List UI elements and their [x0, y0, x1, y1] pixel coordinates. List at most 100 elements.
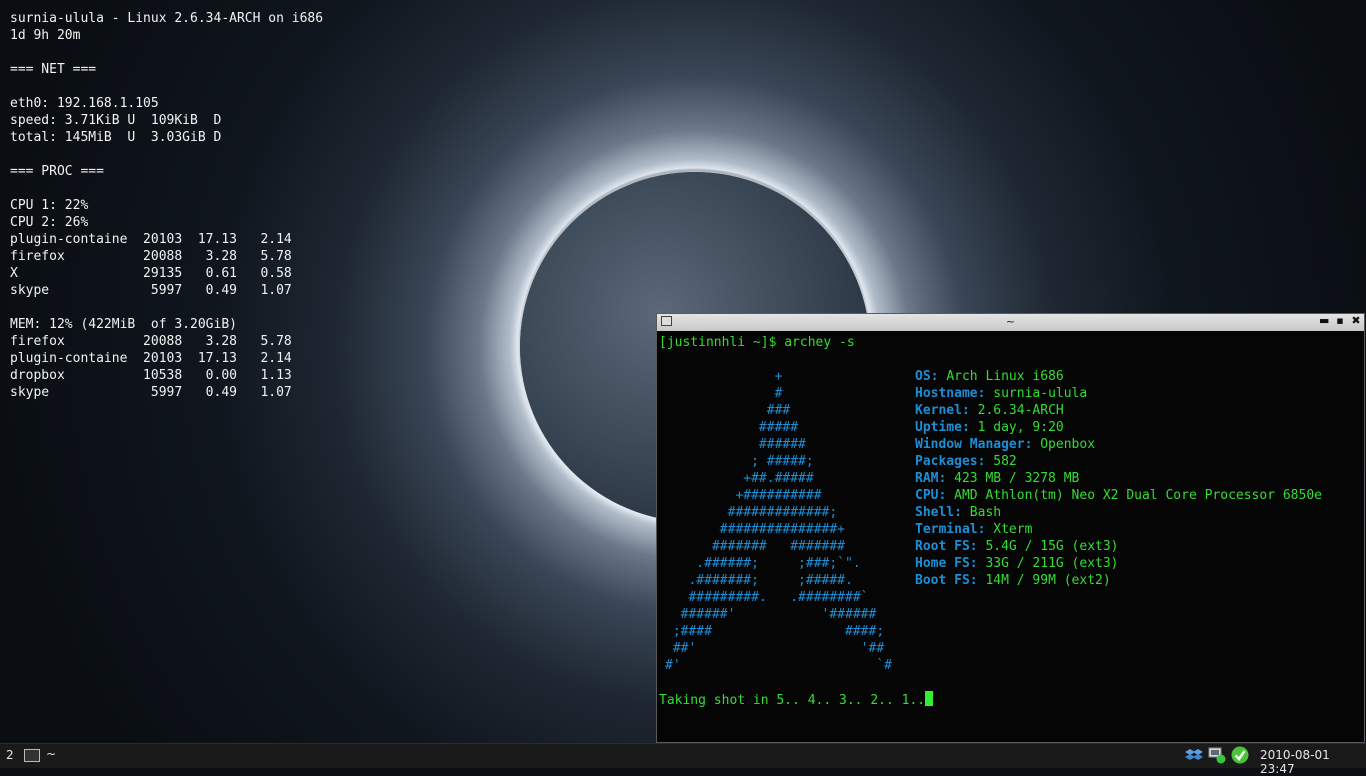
- conky-line: [10, 299, 323, 316]
- info-value: 1 day, 9:20: [977, 420, 1064, 435]
- logo-line: #####: [665, 420, 799, 435]
- logo-line: +: [665, 369, 783, 384]
- info-value: 423 MB / 3278 MB: [954, 471, 1080, 486]
- screenshot-countdown: Taking shot in 5.. 4.. 3.. 2.. 1..: [659, 691, 934, 709]
- conky-line: skype 5997 0.49 1.07: [10, 283, 292, 298]
- info-key: Packages:: [915, 454, 986, 469]
- info-value: 33G / 211G (ext3): [985, 556, 1119, 571]
- info-value: 14M / 99M (ext2): [985, 573, 1111, 588]
- info-key: Boot FS:: [915, 573, 978, 588]
- system-info: OS: Arch Linux i686 Hostname: surnia-ulul…: [915, 368, 1322, 589]
- conky-line: === NET ===: [10, 62, 97, 77]
- shell-prompt: [justinnhli ~]$ archey -s: [659, 335, 855, 350]
- logo-line: #############;: [665, 505, 838, 520]
- checkmark-icon[interactable]: [1231, 746, 1249, 764]
- network-icon[interactable]: [1208, 746, 1226, 764]
- conky-line: CPU 2: 26%: [10, 215, 89, 230]
- info-row: Boot FS: 14M / 99M (ext2): [915, 572, 1322, 589]
- conky-line: firefox 20088 3.28 5.78: [10, 249, 292, 264]
- info-value: Arch Linux i686: [946, 369, 1064, 384]
- info-key: RAM:: [915, 471, 947, 486]
- conky-line: [10, 78, 323, 95]
- conky-line: total: 145MiB U 3.03GiB D: [10, 130, 222, 145]
- conky-monitor: surnia-ulula - Linux 2.6.34-ARCH on i686…: [10, 10, 323, 401]
- info-value: AMD Athlon(tm) Neo X2 Dual Core Processo…: [954, 488, 1322, 503]
- dropbox-icon[interactable]: [1185, 746, 1203, 764]
- info-key: Kernel:: [915, 403, 970, 418]
- conky-line: X 29135 0.61 0.58: [10, 266, 292, 281]
- desktop-number[interactable]: 2: [6, 748, 14, 762]
- conky-line: eth0: 192.168.1.105: [10, 96, 159, 111]
- logo-line: ;#### ####;: [665, 624, 885, 639]
- info-row: OS: Arch Linux i686: [915, 368, 1322, 385]
- terminal-cursor: [925, 691, 934, 706]
- info-row: RAM: 423 MB / 3278 MB: [915, 470, 1322, 487]
- logo-line: ; #####;: [665, 454, 814, 469]
- countdown-text: Taking shot in 5.. 4.. 3.. 2.. 1..: [659, 693, 926, 708]
- info-key: Terminal:: [915, 522, 986, 537]
- logo-line: ###############+: [665, 522, 846, 537]
- info-row: CPU: AMD Athlon(tm) Neo X2 Dual Core Pro…: [915, 487, 1322, 504]
- info-row: Shell: Bash: [915, 504, 1322, 521]
- info-value: 2.6.34-ARCH: [977, 403, 1064, 418]
- info-row: Packages: 582: [915, 453, 1322, 470]
- terminal-window[interactable]: ~ ▬ ▪ ✖ [justinnhli ~]$ archey -s + # ##…: [656, 313, 1365, 743]
- conky-line: dropbox 10538 0.00 1.13: [10, 368, 292, 383]
- info-row: Hostname: surnia-ulula: [915, 385, 1322, 402]
- conky-line: plugin-containe 20103 17.13 2.14: [10, 232, 292, 247]
- info-row: Root FS: 5.4G / 15G (ext3): [915, 538, 1322, 555]
- info-key: Home FS:: [915, 556, 978, 571]
- info-row: Home FS: 33G / 211G (ext3): [915, 555, 1322, 572]
- terminal-task-icon[interactable]: [24, 749, 40, 762]
- logo-line: .######; ;###;`".: [665, 556, 861, 571]
- info-key: CPU:: [915, 488, 947, 503]
- clock[interactable]: 2010-08-01 23:47: [1260, 748, 1366, 776]
- info-key: Uptime:: [915, 420, 970, 435]
- info-row: Kernel: 2.6.34-ARCH: [915, 402, 1322, 419]
- info-value: Bash: [969, 505, 1002, 520]
- info-key: Window Manager:: [915, 437, 1033, 452]
- window-title: ~: [1005, 315, 1016, 328]
- info-key: OS:: [915, 369, 939, 384]
- logo-line: ######: [665, 437, 806, 452]
- info-value: 5.4G / 15G (ext3): [985, 539, 1119, 554]
- minimize-button[interactable]: ▬: [1319, 314, 1329, 327]
- conky-line: [10, 146, 323, 163]
- info-value: 582: [993, 454, 1017, 469]
- conky-line: speed: 3.71KiB U 109KiB D: [10, 113, 222, 128]
- info-value: surnia-ulula: [993, 386, 1088, 401]
- logo-line: +##.#####: [665, 471, 814, 486]
- conky-line: [10, 44, 323, 61]
- info-key: Hostname:: [915, 386, 986, 401]
- arch-ascii-logo: + # ### ##### ###### ; #####; +##.##### …: [665, 368, 892, 674]
- terminal-output[interactable]: [justinnhli ~]$ archey -s + # ### ##### …: [659, 334, 1362, 742]
- logo-line: #: [665, 386, 783, 401]
- close-button[interactable]: ✖: [1351, 314, 1361, 327]
- info-row: Window Manager: Openbox: [915, 436, 1322, 453]
- info-value: Xterm: [993, 522, 1033, 537]
- conky-line: CPU 1: 22%: [10, 198, 89, 213]
- conky-line: firefox 20088 3.28 5.78: [10, 334, 292, 349]
- conky-line: plugin-containe 20103 17.13 2.14: [10, 351, 292, 366]
- info-key: Root FS:: [915, 539, 978, 554]
- info-row: Terminal: Xterm: [915, 521, 1322, 538]
- logo-line: #' `#: [665, 658, 892, 673]
- conky-line: skype 5997 0.49 1.07: [10, 385, 292, 400]
- logo-line: +##########: [665, 488, 822, 503]
- logo-line: ##' '##: [665, 641, 885, 656]
- logo-line: ###: [665, 403, 791, 418]
- logo-line: ####### #######: [665, 539, 846, 554]
- info-value: Openbox: [1040, 437, 1096, 452]
- conky-line: 1d 9h 20m: [10, 28, 81, 43]
- terminal-titlebar[interactable]: ~ ▬ ▪ ✖: [657, 314, 1364, 331]
- conky-line: [10, 180, 323, 197]
- logo-line: #########. .########`: [665, 590, 869, 605]
- logo-line: .#######; ;#####.: [665, 573, 853, 588]
- taskbar: 2 ~ 2010-08-01 23:47: [0, 743, 1366, 776]
- maximize-button[interactable]: ▪: [1335, 314, 1345, 327]
- info-row: Uptime: 1 day, 9:20: [915, 419, 1322, 436]
- conky-line: MEM: 12% (422MiB of 3.20GiB): [10, 317, 237, 332]
- conky-line: surnia-ulula - Linux 2.6.34-ARCH on i686: [10, 11, 324, 26]
- task-label[interactable]: ~: [46, 747, 56, 761]
- conky-line: === PROC ===: [10, 164, 104, 179]
